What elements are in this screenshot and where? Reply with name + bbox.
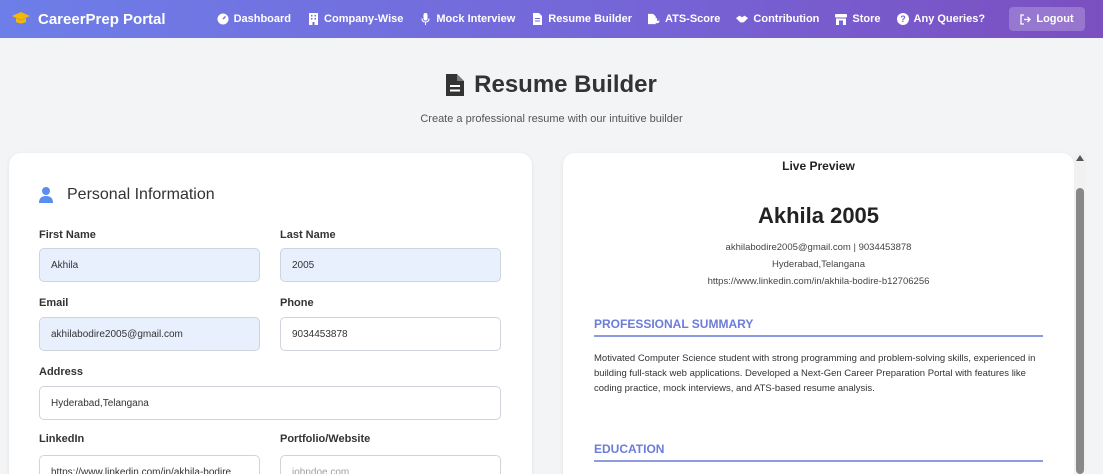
nav-item-label: Resume Builder (548, 13, 632, 25)
navbar: CareerPrep Portal Dashboard Company-Wise… (0, 0, 1103, 38)
education-heading: EDUCATION (594, 442, 1043, 462)
page-subtitle: Create a professional resume with our in… (420, 113, 683, 125)
preview-header: Live Preview (782, 159, 855, 173)
graduation-cap-icon (12, 12, 30, 26)
handshake-icon (736, 13, 749, 25)
email-label: Email (39, 297, 69, 309)
nav-item-label: Company-Wise (324, 13, 404, 25)
brand[interactable]: CareerPrep Portal (12, 11, 166, 28)
nav-item-store[interactable]: Store (835, 13, 881, 25)
linkedin-input[interactable]: https://www.linkedin.com/in/akhila-bodir… (39, 455, 260, 474)
nav-item-ats-score[interactable]: ATS-Score (648, 13, 720, 25)
phone-label: Phone (280, 297, 314, 309)
portfolio-input[interactable]: johndoe.com (280, 455, 501, 474)
nav-menu: Dashboard Company-Wise Mock Interview Re… (217, 13, 1002, 25)
file-chart-icon (648, 13, 660, 25)
summary-heading: PROFESSIONAL SUMMARY (594, 317, 1043, 337)
email-input[interactable]: akhilabodire2005@gmail.com (39, 317, 260, 351)
nav-item-contribution[interactable]: Contribution (736, 13, 819, 25)
last-name-label: Last Name (280, 229, 336, 241)
address-label: Address (39, 366, 84, 378)
summary-text: Motivated Computer Science student with … (594, 353, 1036, 394)
brand-name: CareerPrep Portal (38, 10, 166, 28)
first-name-input[interactable]: Akhila (39, 248, 260, 282)
logout-button[interactable]: Logout (1009, 7, 1085, 31)
gauge-icon (217, 13, 229, 25)
resume-name: Akhila 2005 (757, 203, 880, 228)
nav-item-label: Dashboard (233, 13, 292, 25)
nav-item-label: Any Queries? (913, 13, 986, 25)
building-icon (307, 13, 319, 25)
resume-address: Hyderabad,Telangana (772, 259, 865, 270)
nav-item-resume-builder[interactable]: Resume Builder (531, 13, 632, 25)
file-icon (446, 74, 465, 96)
question-icon: ? (896, 13, 909, 25)
nav-item-label: Contribution (753, 13, 820, 25)
first-name-label: First Name (39, 229, 96, 241)
nav-item-company-wise[interactable]: Company-Wise (307, 13, 403, 25)
user-icon (39, 187, 53, 203)
last-name-input[interactable]: 2005 (280, 248, 501, 282)
linkedin-label: LinkedIn (39, 433, 85, 445)
store-icon (835, 13, 848, 25)
nav-item-label: ATS-Score (665, 13, 721, 25)
scroll-thumb[interactable] (1076, 188, 1084, 474)
logout-label: Logout (1036, 13, 1074, 25)
svg-text:?: ? (900, 14, 906, 24)
preview-scrollbar[interactable] (1074, 153, 1086, 474)
phone-input[interactable]: 9034453878 (280, 317, 501, 351)
nav-item-label: Mock Interview (436, 13, 516, 25)
section-title: Personal Information (39, 186, 215, 204)
live-preview-card: Live Preview Akhila 2005 akhilabodire200… (563, 153, 1074, 474)
microphone-icon (419, 13, 431, 25)
page-title: Resume Builder (0, 71, 1103, 99)
nav-item-label: Store (852, 13, 881, 25)
section-title-text: Personal Information (67, 186, 215, 203)
portfolio-label: Portfolio/Website (280, 433, 371, 445)
resume-linkedin: https://www.linkedin.com/in/akhila-bodir… (707, 276, 930, 287)
page-title-text: Resume Builder (474, 71, 657, 98)
file-icon (531, 13, 543, 25)
logout-icon (1020, 13, 1032, 25)
scroll-up-icon[interactable] (1076, 155, 1084, 161)
nav-item-mock-interview[interactable]: Mock Interview (419, 13, 515, 25)
nav-item-any-queries[interactable]: ? Any Queries? (896, 13, 986, 25)
personal-info-card: Personal Information First Name Akhila L… (9, 153, 532, 474)
resume-contact: akhilabodire2005@gmail.com | 9034453878 (725, 242, 912, 253)
nav-item-dashboard[interactable]: Dashboard (217, 13, 291, 25)
address-input[interactable]: Hyderabad,Telangana (39, 386, 501, 420)
